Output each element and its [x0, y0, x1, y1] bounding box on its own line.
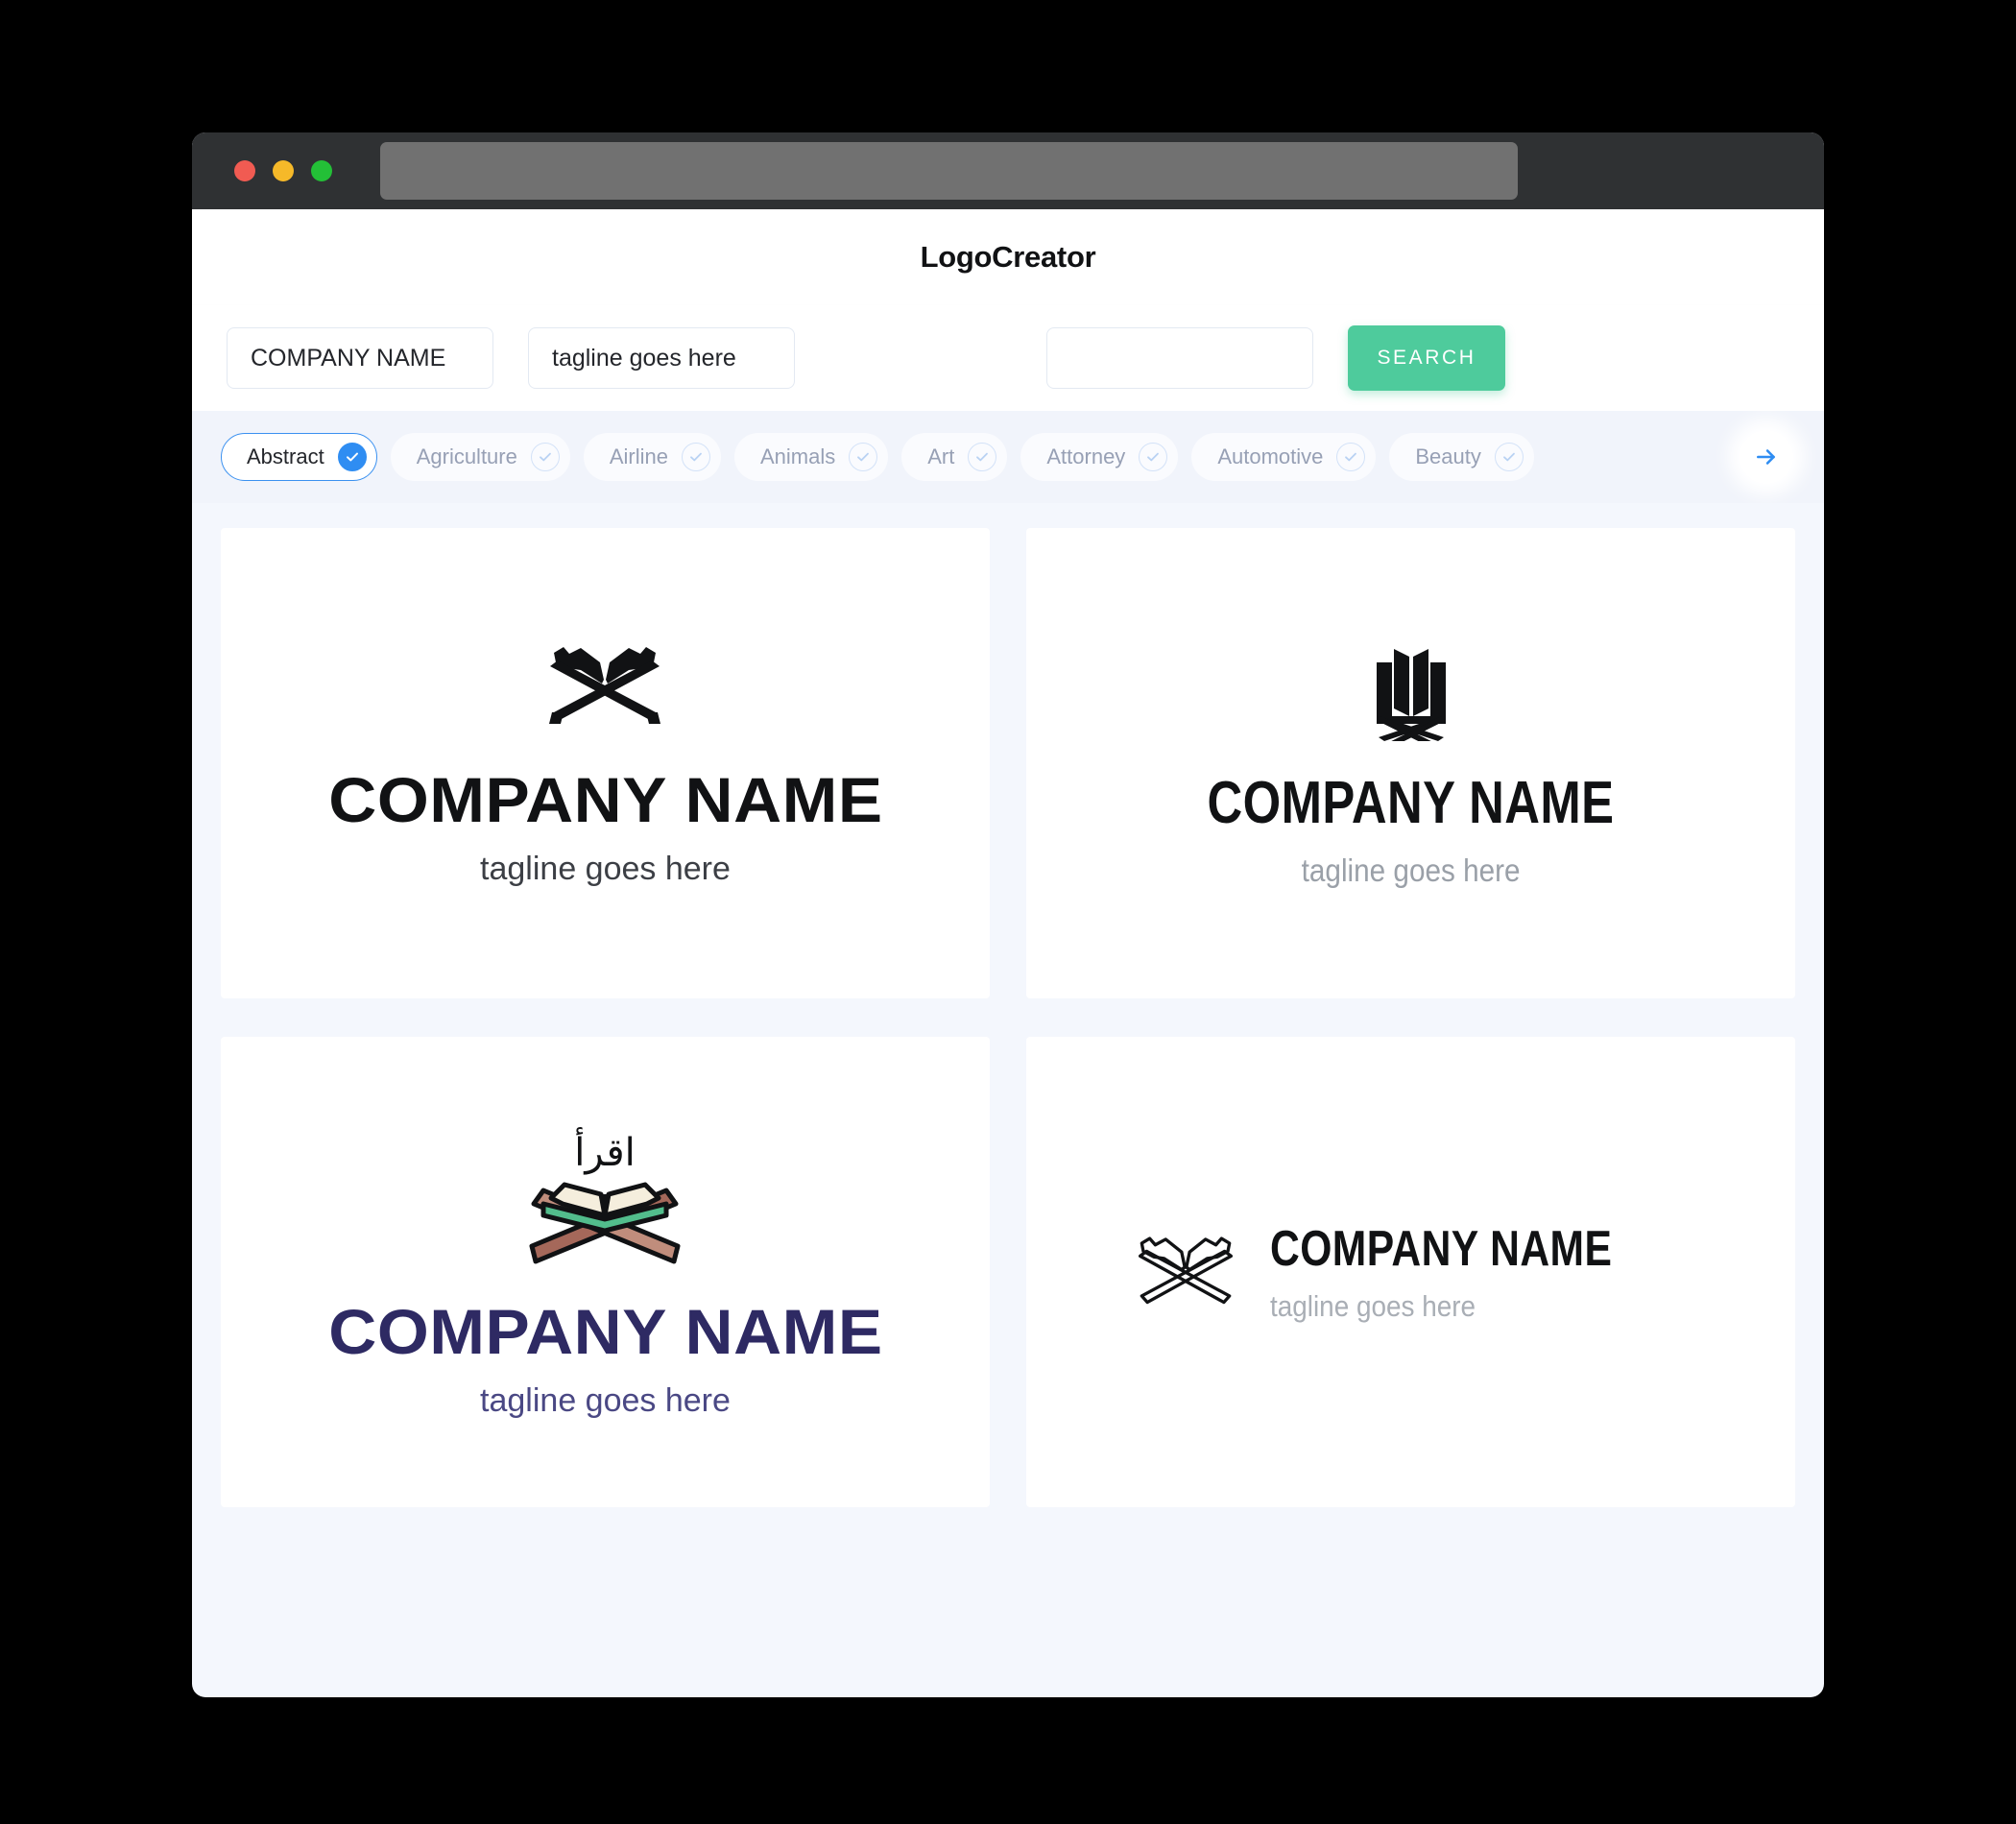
logo-results-grid: COMPANY NAME tagline goes here COMPANY N… [192, 503, 1824, 1536]
book-on-crossed-stand-solid-icon [549, 647, 661, 724]
app-header: LogoCreator [192, 209, 1824, 305]
chip-attorney[interactable]: Attorney [1020, 433, 1179, 481]
quran-rehal-color-icon: اقرأ [529, 1127, 681, 1264]
check-icon [1336, 443, 1366, 471]
category-filter-bar: Abstract Agriculture Airline Animals Art [192, 411, 1824, 503]
chip-airline[interactable]: Airline [583, 433, 721, 481]
logo-card[interactable]: COMPANY NAME tagline goes here [1026, 1037, 1795, 1507]
chip-label: Art [927, 444, 955, 468]
close-window-button[interactable] [234, 160, 255, 181]
search-toolbar: COMPANY NAME tagline goes here SEARCH [192, 305, 1824, 411]
company-name-input[interactable]: COMPANY NAME [227, 327, 493, 389]
check-icon [682, 443, 710, 471]
check-icon [1139, 443, 1168, 471]
check-icon [849, 443, 878, 471]
logo-card[interactable]: اقرأ COMPANY NAME tagline goes here [221, 1037, 990, 1507]
check-icon [337, 443, 367, 471]
tagline-input[interactable]: tagline goes here [528, 327, 795, 389]
chip-animals[interactable]: Animals [734, 433, 889, 481]
chip-label: Beauty [1415, 444, 1481, 468]
logo-company-name: COMPANY NAME [1207, 769, 1615, 836]
logo-card[interactable]: COMPANY NAME tagline goes here [221, 528, 990, 998]
browser-window: LogoCreator COMPANY NAME tagline goes he… [192, 132, 1824, 1697]
logo-tagline: tagline goes here [480, 1382, 731, 1419]
logo-tagline: tagline goes here [1270, 1288, 1476, 1323]
chip-automotive[interactable]: Automotive [1191, 433, 1377, 481]
chip-beauty[interactable]: Beauty [1389, 433, 1534, 481]
chip-label: Animals [760, 444, 836, 468]
chip-abstract[interactable]: Abstract [221, 433, 377, 481]
keyword-input[interactable] [1046, 327, 1313, 389]
chip-label: Airline [609, 444, 668, 468]
chip-label: Automotive [1217, 444, 1324, 468]
chip-label: Agriculture [416, 444, 517, 468]
logo-company-name: COMPANY NAME [1270, 1220, 1613, 1277]
chip-art[interactable]: Art [901, 433, 1008, 481]
logo-company-name: COMPANY NAME [327, 1296, 883, 1367]
address-bar[interactable] [380, 142, 1518, 200]
logo-tagline: tagline goes here [480, 851, 731, 887]
minimize-window-button[interactable] [273, 160, 294, 181]
window-controls [234, 160, 332, 181]
logo-card[interactable]: COMPANY NAME tagline goes here [1026, 528, 1795, 998]
next-categories-button[interactable] [1740, 430, 1793, 484]
open-book-stand-icon [1376, 648, 1446, 741]
search-button[interactable]: SEARCH [1348, 325, 1505, 391]
logo-company-name: COMPANY NAME [327, 764, 883, 835]
chip-agriculture[interactable]: Agriculture [390, 433, 570, 481]
check-icon [530, 443, 560, 471]
chip-label: Attorney [1046, 444, 1126, 468]
maximize-window-button[interactable] [311, 160, 332, 181]
logo-tagline: tagline goes here [1301, 852, 1521, 888]
arrow-right-icon [1757, 449, 1775, 465]
app-title: LogoCreator [920, 240, 1096, 274]
book-on-crossed-stand-outline-icon [1139, 1236, 1234, 1305]
arabic-iqra-text: اقرأ [575, 1127, 636, 1175]
browser-titlebar [192, 132, 1824, 209]
check-icon [1494, 443, 1524, 471]
check-icon [968, 443, 997, 471]
chip-label: Abstract [247, 444, 324, 468]
